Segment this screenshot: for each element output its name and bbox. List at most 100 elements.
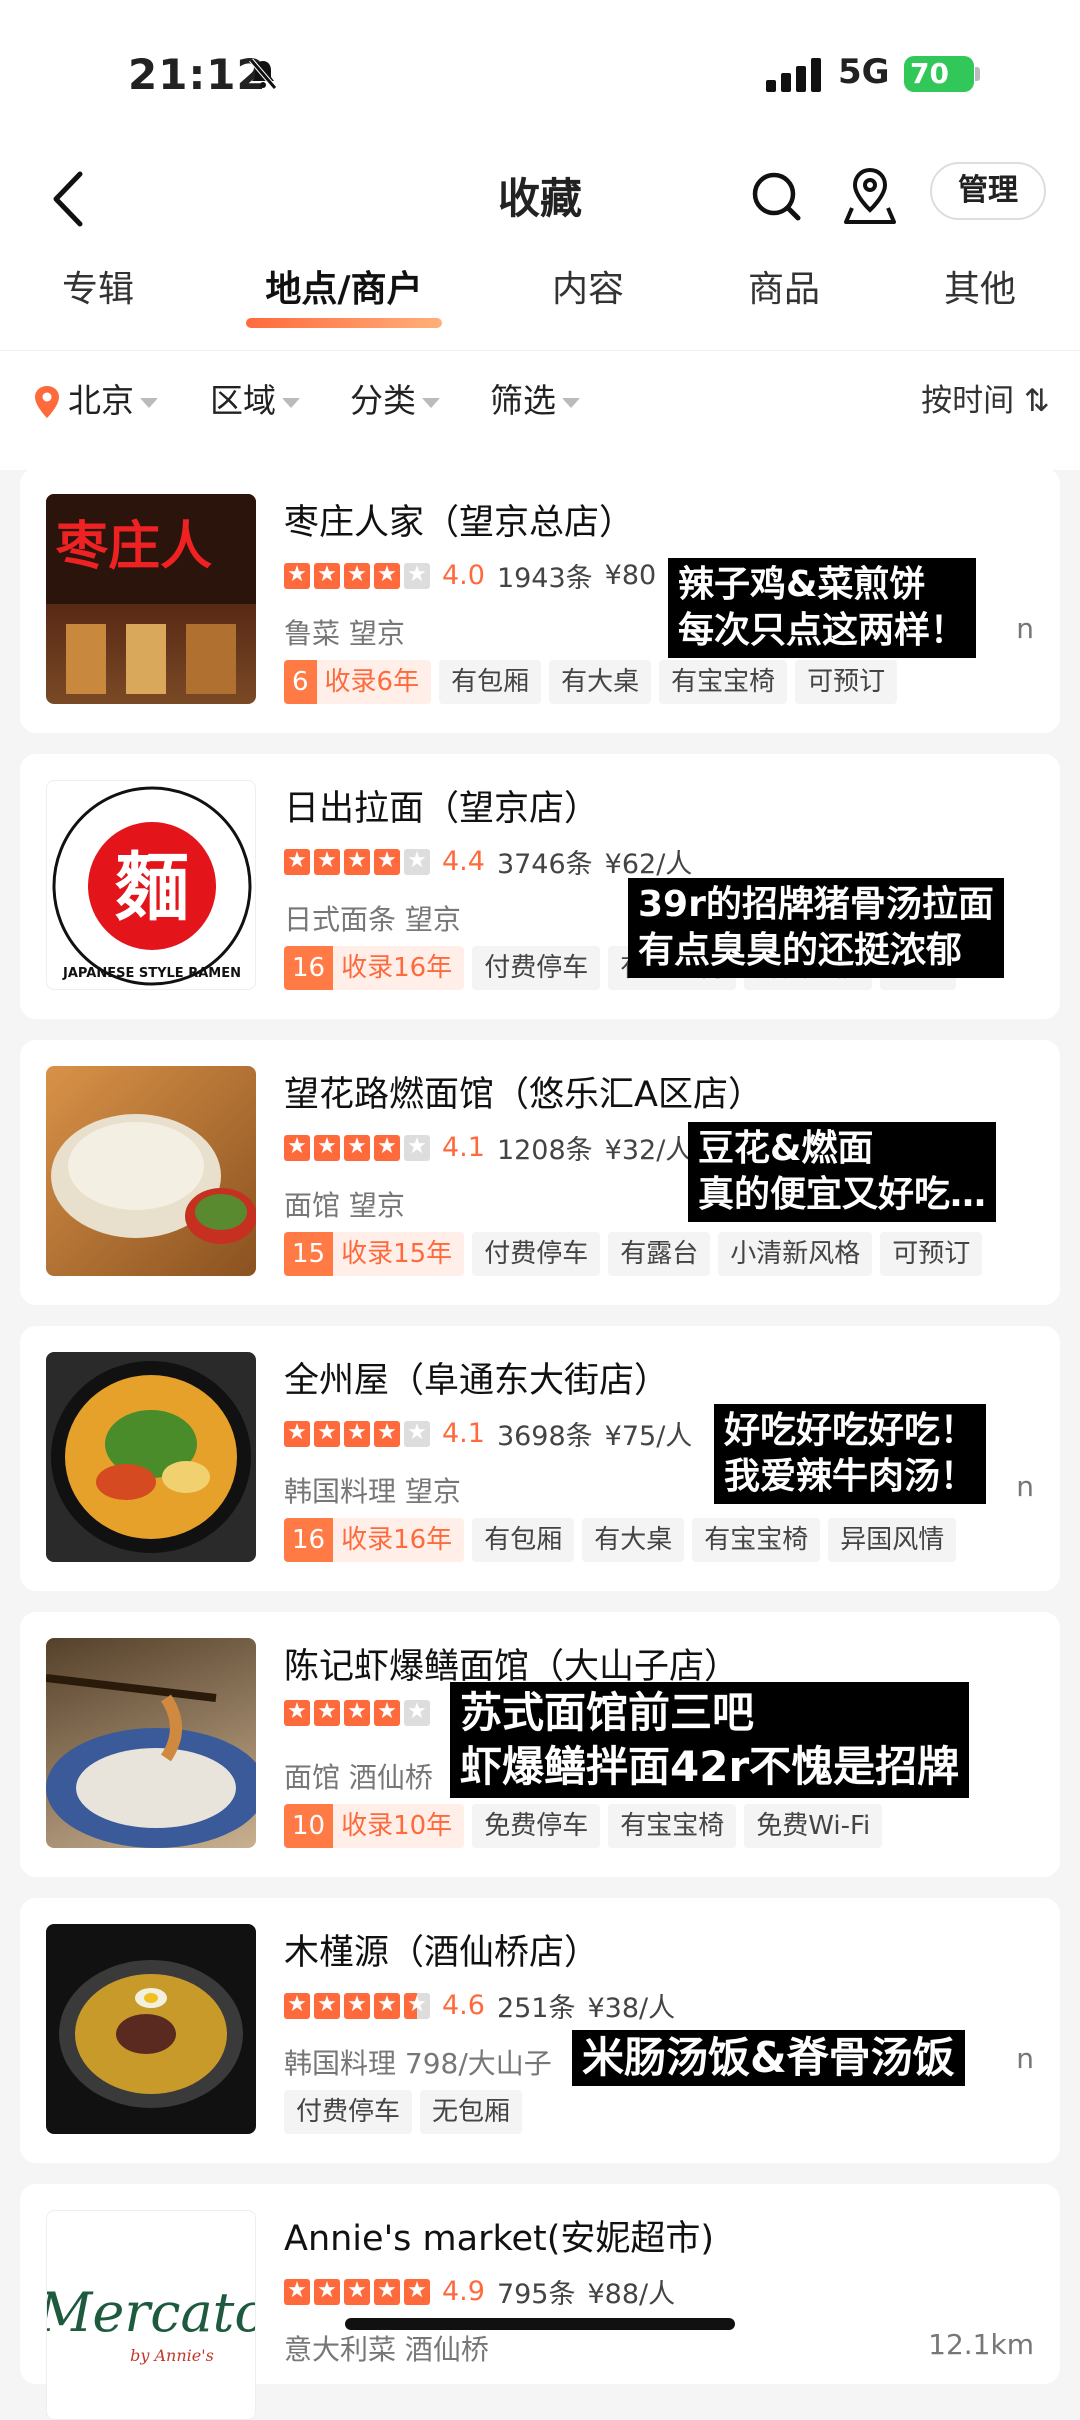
score: 4.9 [442,2276,485,2307]
header-area: 21:12 5G 70 收藏 管理 专辑 地点/商户 内容 商品 其他 北京 区… [0,0,1080,470]
star-rating [284,1133,434,1161]
tag-row: 付费停车 无包厢 [284,2090,530,2136]
star-icon [314,1991,340,2019]
review-count: 3698条 [496,1421,593,1452]
ramen-logo: 麵 JAPANESE STYLE RAMEN [46,780,256,990]
rating-row: 4.4 3746条 ¥62/人 [284,842,692,882]
tag: 可预订 [795,660,898,704]
ramen-logo-graphic: 麵 JAPANESE STYLE RAMEN [52,786,252,986]
place-card[interactable]: 全州屋（阜通东大街店） 4.1 3698条 ¥75/人 韩国料理 望京 n 16收录… [20,1326,1060,1591]
record-years: 16 [284,1518,334,1562]
place-card[interactable]: 陈记虾爆鳝面馆（大山子店） 面馆 酒仙桥 10收录10年免费停车有宝宝椅免费Wi… [20,1612,1060,1877]
star-icon [374,1133,400,1161]
star-icon [344,1419,370,1447]
place-card[interactable]: 木槿源（酒仙桥店） 4.6 251条 ¥38/人 韩国料理 798/大山子 n 付费… [20,1898,1060,2163]
star-icon [284,2277,310,2305]
record-badge: 16 收录16年 [284,946,465,990]
caption-line: 真的便宜又好吃… [698,1174,987,1215]
star-icon [284,847,310,875]
page-title: 收藏 [497,174,582,223]
tag: 付费停车 [284,2090,413,2134]
sort-by-time[interactable]: 按时间 ⇅ [921,371,1050,431]
status-bar: 21:12 5G 70 [0,0,1080,150]
tag: 免费Wi-Fi [744,1804,883,1848]
cuisine-area: 意大利菜 酒仙桥 [284,2333,489,2366]
tab-content[interactable]: 内容 [548,260,628,320]
search-icon[interactable] [748,164,804,230]
chevron-down-icon [282,397,300,408]
back-arrow-icon[interactable] [44,166,94,232]
star-rating [284,1698,434,1726]
star-icon [314,2277,340,2305]
price: ¥80 [604,560,657,591]
tag: 有宝宝椅 [692,1518,821,1562]
star-icon [284,1991,310,2019]
area-filter-label: 区域 [210,381,276,420]
logo-text: JAPANESE STYLE RAMEN [62,966,241,981]
mute-bell-icon [249,58,277,90]
map-pin-icon[interactable] [842,162,898,228]
mercato-logo-graphic: Mercato by Annie's [47,2281,256,2365]
city-filter-label: 北京 [68,381,134,420]
tag: 付费停车 [472,1232,601,1276]
tag: 可预订 [880,1232,983,1276]
svg-text:枣庄人: 枣庄人 [55,517,212,577]
star-icon [344,1698,370,1726]
star-icon [374,1698,400,1726]
place-card[interactable]: 枣庄人 枣庄人家（望京总店） 4.0 1943条 ¥80 鲁菜 望京 n 6收录6年… [20,468,1060,733]
area-filter[interactable]: 区域 [210,371,300,431]
category-filter[interactable]: 分类 [350,371,440,431]
record-label: 收录16年 [341,1525,453,1555]
record-years: 6 [284,660,317,704]
cuisine-area: 面馆 望京 [284,1189,405,1222]
manage-button[interactable]: 管理 [930,162,1046,220]
place-card[interactable]: 麵 JAPANESE STYLE RAMEN 日出拉面（望京店） 4.4 3746… [20,754,1060,1019]
tab-albums[interactable]: 专辑 [58,260,138,320]
star-icon [374,1419,400,1447]
tab-places[interactable]: 地点/商户 [246,260,442,328]
soup-illustration [51,1361,251,1553]
logo-subtext: by Annie's [130,2346,214,2365]
star-icon [374,1991,400,2019]
place-card[interactable]: Mercato by Annie's Annie's market(安妮超市) … [20,2184,1060,2420]
star-empty-icon [404,1698,430,1726]
price: ¥38/人 [587,1993,676,2024]
logo-wordmark: Mercato [47,2281,256,2344]
tag: 有包厢 [472,1518,575,1562]
distance: 12.1km [928,2328,1034,2361]
home-indicator[interactable] [345,2318,735,2330]
tag: 有宝宝椅 [659,660,788,704]
mercato-logo: Mercato by Annie's [46,2210,256,2420]
score: 4.6 [442,1990,485,2021]
rating-row: 4.1 1208条 ¥32/人 [284,1128,692,1168]
tag-row: 10 收录10年 免费停车 有宝宝椅 免费Wi-Fi [284,1804,890,1850]
tag-row: 16 收录16年 有包厢 有大桌 有宝宝椅 异国风情 [284,1518,964,1564]
nav-bar: 收藏 管理 [0,150,1080,250]
chevron-down-icon [140,397,158,408]
city-filter[interactable]: 北京 [68,371,158,431]
tag: 小清新风格 [718,1232,873,1276]
record-years: 16 [284,946,334,990]
place-card[interactable]: 望花路燃面馆（悠乐汇A区店） 4.1 1208条 ¥32/人 面馆 望京 15收录1… [20,1040,1060,1305]
distance: n [1016,1470,1034,1503]
more-filter[interactable]: 筛选 [490,371,580,431]
review-count: 251条 [496,1993,576,2024]
star-icon [344,561,370,589]
caption-overlay: 苏式面馆前三吧 虾爆鳝拌面42r不愧是招牌 [450,1682,970,1798]
review-count: 795条 [496,2279,576,2310]
distance: n [1016,612,1034,645]
tag-row: 15 收录15年 付费停车 有露台 小清新风格 可预订 [284,1232,990,1278]
network-type: 5G [838,52,890,92]
caption-line: 苏式面馆前三吧 [460,1688,755,1737]
place-name: 望花路燃面馆（悠乐汇A区店） [284,1075,763,1115]
record-label: 收录16年 [341,953,453,983]
filter-bar: 北京 区域 分类 筛选 按时间 ⇅ [0,350,1080,450]
tab-products[interactable]: 商品 [744,260,824,320]
tag: 有露台 [608,1232,711,1276]
caption-line: 每次只点这两样！ [678,610,967,651]
caption-overlay: 39r的招牌猪骨汤拉面 有点臭臭的还挺浓郁 [628,878,1004,978]
caption-line: 39r的招牌猪骨汤拉面 [638,884,994,925]
more-filter-label: 筛选 [490,381,556,420]
tab-others[interactable]: 其他 [940,260,1020,320]
cuisine-area: 韩国料理 798/大山子 [284,2047,552,2080]
